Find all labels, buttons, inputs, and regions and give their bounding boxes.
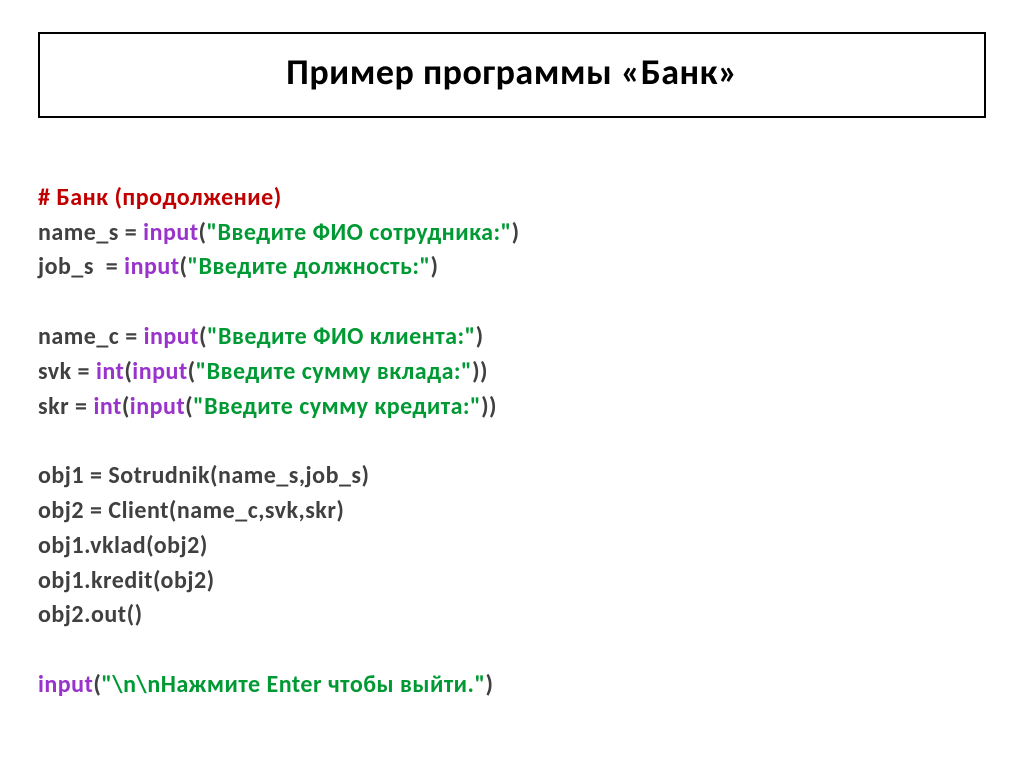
code-punct: ))	[472, 357, 488, 386]
slide-title: Пример программы «Банк»	[60, 50, 964, 94]
code-punct: (	[188, 357, 196, 386]
code-punct: )	[512, 218, 520, 247]
code-punct: (	[122, 392, 130, 421]
code-line: obj1 = Sotrudnik(name_s,job_s)	[38, 461, 369, 490]
code-string: "Введите сумму кредита:"	[193, 392, 481, 421]
code-string: "Введите сумму вклада:"	[196, 357, 472, 386]
code-line: job_s =	[38, 252, 124, 281]
code-punct: )	[485, 670, 493, 699]
code-line: obj1.vklad(obj2)	[38, 531, 208, 560]
code-string: "Введите ФИО клиента:"	[207, 322, 476, 351]
slide: Пример программы «Банк» # Банк (продолже…	[0, 0, 1024, 767]
code-punct: )	[430, 252, 438, 281]
code-block: # Банк (продолжение) name_s = input("Вве…	[38, 146, 986, 703]
code-string: "\n\nНажмите Enter чтобы выйти."	[101, 670, 485, 699]
title-box: Пример программы «Банк»	[38, 32, 986, 118]
code-line: obj1.kredit(obj2)	[38, 566, 215, 595]
code-line: obj2.out()	[38, 600, 143, 629]
code-func: input	[38, 670, 93, 699]
code-punct: )	[476, 322, 484, 351]
code-line: name_c =	[38, 322, 144, 351]
code-punct: (	[180, 252, 188, 281]
code-punct: ))	[481, 392, 497, 421]
code-func: input	[143, 218, 198, 247]
code-func: input	[130, 392, 185, 421]
code-line: obj2 = Client(name_c,svk,skr)	[38, 496, 344, 525]
code-func: input	[132, 357, 187, 386]
code-punct: (	[185, 392, 193, 421]
code-func: input	[144, 322, 199, 351]
code-punct: (	[199, 322, 207, 351]
code-func: input	[124, 252, 179, 281]
code-func: int	[93, 392, 121, 421]
code-punct: (	[199, 218, 207, 247]
code-line: name_s =	[38, 218, 143, 247]
code-line: svk =	[38, 357, 96, 386]
code-line: skr =	[38, 392, 93, 421]
code-comment: # Банк (продолжение)	[38, 183, 282, 212]
code-string: "Введите ФИО сотрудника:"	[207, 218, 512, 247]
code-string: "Введите должность:"	[188, 252, 431, 281]
code-func: int	[96, 357, 124, 386]
